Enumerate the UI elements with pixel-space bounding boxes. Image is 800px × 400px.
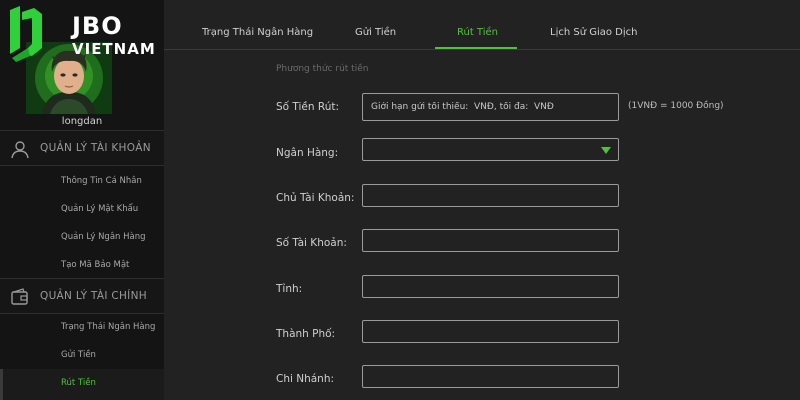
- sidebar-item-password[interactable]: Quản Lý Mật Khẩu: [61, 204, 138, 214]
- wallet-icon: [11, 288, 28, 305]
- logo-subtext: VIETNAM: [72, 40, 156, 58]
- section-finance-management[interactable]: QUẢN LÝ TÀI CHÍNH: [0, 278, 164, 314]
- sidebar-item-bank-management[interactable]: Quản Lý Ngân Hàng: [61, 232, 146, 242]
- sidebar-item-deposit[interactable]: Gửi Tiền: [61, 350, 96, 360]
- account-holder-label: Chủ Tài Khoản:: [276, 192, 355, 204]
- section-label: QUẢN LÝ TÀI KHOẢN: [40, 142, 151, 154]
- account-number-label: Số Tài Khoản:: [276, 237, 347, 249]
- chevron-down-icon[interactable]: [601, 147, 611, 154]
- tab-bar: Trạng Thái Ngân Hàng Gửi Tiền Rút Tiền L…: [164, 0, 800, 50]
- logo-mark-icon: [10, 6, 42, 62]
- sidebar-item-security-code[interactable]: Tạo Mã Bảo Mật: [61, 260, 129, 270]
- branch-input[interactable]: [362, 365, 619, 388]
- tab-deposit[interactable]: Gửi Tiền: [355, 27, 396, 38]
- logo-text: JBO: [72, 12, 123, 40]
- tab-transaction-history[interactable]: Lịch Sử Giao Dịch: [550, 27, 638, 38]
- bank-label: Ngân Hàng:: [276, 147, 339, 159]
- amount-label: Số Tiền Rút:: [276, 101, 340, 113]
- sidebar-item-withdraw[interactable]: Rút Tiền: [61, 378, 96, 388]
- bank-select[interactable]: [362, 138, 619, 161]
- section-label: QUẢN LÝ TÀI CHÍNH: [40, 290, 147, 302]
- active-tab-indicator: [435, 47, 517, 49]
- section-account-management[interactable]: QUẢN LÝ TÀI KHOẢN: [0, 130, 164, 166]
- sidebar-item-bank-status[interactable]: Trạng Thái Ngân Hàng: [61, 322, 155, 332]
- tab-withdraw[interactable]: Rút Tiền: [457, 27, 498, 38]
- city-label: Thành Phố:: [276, 328, 336, 340]
- tab-bank-status[interactable]: Trạng Thái Ngân Hàng: [202, 27, 313, 38]
- username: longdan: [61, 116, 103, 127]
- profile-panel: JBO VIETNAM longdan: [0, 0, 164, 130]
- withdraw-method-label: Phương thức rút tiền: [276, 64, 369, 74]
- province-input[interactable]: [362, 275, 619, 298]
- jbo-logo: JBO VIETNAM: [6, 4, 156, 62]
- sidebar: JBO VIETNAM longdan QUẢN LÝ TÀI KHOẢN Th…: [0, 0, 164, 400]
- user-icon: [11, 141, 29, 159]
- sidebar-item-personal-info[interactable]: Thông Tin Cá Nhân: [61, 176, 142, 186]
- branch-label: Chi Nhánh:: [276, 373, 335, 385]
- amount-input[interactable]: [362, 93, 619, 121]
- exchange-rate-note: (1VNĐ = 1000 Đồng): [628, 101, 724, 111]
- account-number-input[interactable]: [362, 229, 619, 252]
- province-label: Tỉnh:: [276, 283, 303, 295]
- city-input[interactable]: [362, 320, 619, 343]
- account-holder-input[interactable]: [362, 184, 619, 207]
